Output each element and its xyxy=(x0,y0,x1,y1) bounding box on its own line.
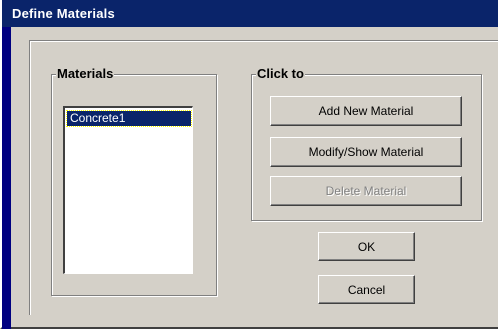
add-new-material-button[interactable]: Add New Material xyxy=(270,96,462,126)
list-item[interactable]: Concrete1 xyxy=(66,110,192,127)
define-materials-dialog: Define Materials Materials Concrete1 Cli… xyxy=(0,0,498,329)
cancel-button[interactable]: Cancel xyxy=(318,275,415,304)
materials-listbox[interactable]: Concrete1 xyxy=(63,106,193,274)
window-left-edge xyxy=(2,27,11,329)
delete-material-button: Delete Material xyxy=(270,176,462,206)
window-title: Define Materials xyxy=(12,6,115,21)
title-bar[interactable]: Define Materials xyxy=(2,0,498,27)
ok-button[interactable]: OK xyxy=(318,232,415,261)
materials-group-label: Materials xyxy=(56,66,115,82)
click-to-group-label: Click to xyxy=(256,66,305,82)
modify-show-material-button[interactable]: Modify/Show Material xyxy=(270,137,462,167)
